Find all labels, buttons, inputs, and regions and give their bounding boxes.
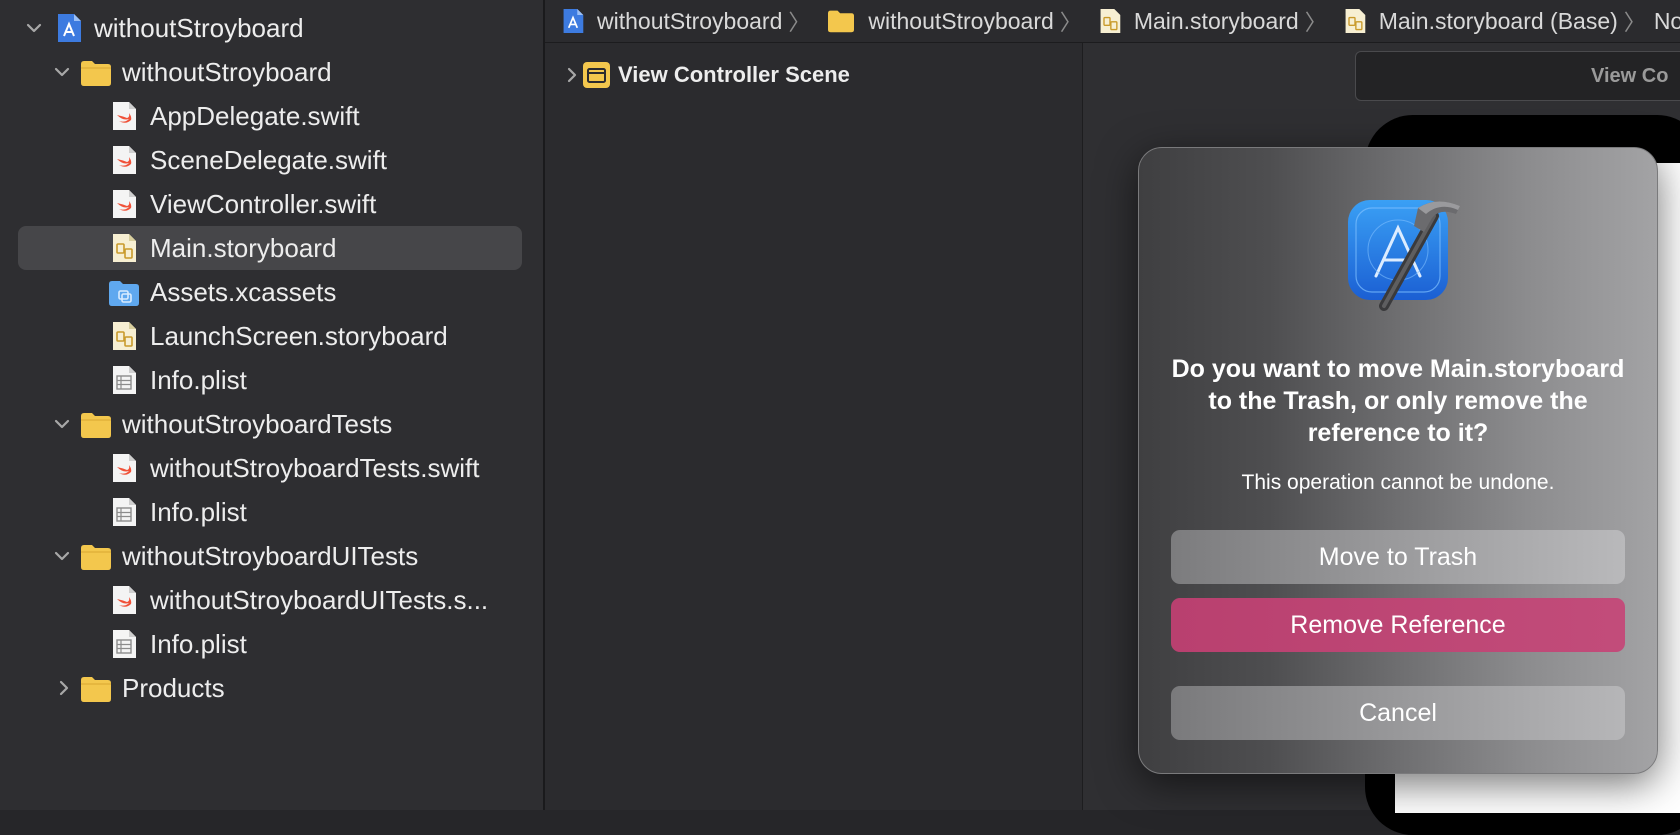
navigator-item-label: Info.plist [150, 496, 247, 527]
navigator-item-label: withoutStroyboard [122, 56, 332, 87]
folder-icon [81, 61, 111, 86]
navigator-item-file[interactable]: withoutStroyboardTests.swift [0, 446, 543, 490]
navigator-item-label: withoutStroyboardTests [122, 408, 393, 439]
scene-title-label: View Co [1591, 64, 1669, 87]
project-navigator: withoutStroyboard withoutStroyboard AppD… [0, 0, 545, 810]
plist-file-icon [113, 498, 136, 526]
navigator-item-label: withoutStroyboardUITests [122, 540, 419, 571]
folder-icon [81, 413, 111, 438]
project-file-icon [58, 14, 81, 42]
navigator-item-folder[interactable]: withoutStroyboard [0, 50, 543, 94]
storyboard-file-icon [1345, 9, 1366, 33]
dialog-message: This operation cannot be undone. [1241, 471, 1555, 494]
dialog-title: Do you want to move Main.storyboard to t… [1171, 355, 1625, 447]
navigator-item-folder[interactable]: withoutStroyboardTests [0, 402, 543, 446]
swift-file-icon [113, 190, 136, 218]
navigator-item-label: Main.storyboard [150, 232, 337, 263]
document-outline: View Controller Scene [545, 43, 1083, 810]
folder-icon [828, 10, 855, 33]
xcode-app-icon [1348, 200, 1460, 311]
navigator-item-label: Assets.xcassets [150, 276, 337, 307]
navigator-item-label: Info.plist [150, 628, 247, 659]
navigator-item-file[interactable]: ViewController.swift [0, 182, 543, 226]
outline-item-scene[interactable]: View Controller Scene [545, 53, 1082, 97]
navigator-item-label: AppDelegate.swift [150, 100, 360, 131]
navigator-item-project[interactable]: withoutStroyboard [0, 6, 543, 50]
storyboard-file-icon [113, 234, 136, 262]
chevron-right-icon: 〉 [1059, 10, 1082, 35]
chevron-down-icon[interactable] [23, 17, 45, 39]
scene-icon [583, 62, 610, 88]
navigator-item-file[interactable]: Info.plist [0, 490, 543, 534]
navigator-item-file[interactable]: Info.plist [0, 622, 543, 666]
chevron-down-icon[interactable] [51, 413, 73, 435]
breadcrumb-label: Main.storyboard (Base) [1378, 7, 1618, 34]
navigator-item-label: withoutStroyboard [94, 12, 304, 43]
storyboard-file-icon [113, 322, 136, 350]
delete-confirmation-dialog: Do you want to move Main.storyboard to t… [1138, 147, 1658, 774]
chevron-right-icon: 〉 [1623, 10, 1646, 35]
swift-file-icon [113, 586, 136, 614]
navigator-item-label: withoutStroyboardTests.swift [150, 452, 480, 483]
folder-icon [81, 545, 111, 570]
breadcrumb-item-folder[interactable]: withoutStroyboard 〉 [810, 5, 1082, 37]
project-file-icon [563, 9, 584, 33]
navigator-item-folder[interactable]: Products [0, 666, 543, 710]
chevron-right-icon: 〉 [788, 10, 811, 35]
breadcrumb-item-selection[interactable]: No Se [1646, 8, 1680, 35]
swift-file-icon [113, 146, 136, 174]
navigator-item-folder[interactable]: withoutStroyboardUITests [0, 534, 543, 578]
navigator-item-label: LaunchScreen.storyboard [150, 320, 448, 351]
jump-bar: withoutStroyboard 〉 withoutStroyboard 〉 … [545, 0, 1680, 43]
breadcrumb-item-file[interactable]: Main.storyboard 〉 [1082, 5, 1327, 37]
navigator-item-file[interactable]: withoutStroyboardUITests.s... [0, 578, 543, 622]
navigator-item-label: withoutStroyboardUITests.s... [150, 584, 489, 615]
scene-title-bar[interactable]: View Co [1355, 51, 1680, 101]
breadcrumb-label: No Se [1653, 7, 1680, 34]
assets-folder-icon [109, 281, 139, 306]
breadcrumb-label: withoutStroyboard [868, 7, 1054, 34]
plist-file-icon [113, 366, 136, 394]
folder-icon [81, 677, 111, 702]
breadcrumb-label: Main.storyboard [1133, 7, 1299, 34]
navigator-item-file[interactable]: AppDelegate.swift [0, 94, 543, 138]
navigator-item-label: ViewController.swift [150, 188, 377, 219]
navigator-item-file[interactable]: Info.plist [0, 358, 543, 402]
storyboard-file-icon [1100, 9, 1121, 33]
swift-file-icon [113, 454, 136, 482]
chevron-right-icon: 〉 [1304, 10, 1327, 35]
navigator-item-label: Products [122, 672, 225, 703]
chevron-down-icon[interactable] [51, 61, 73, 83]
chevron-right-icon[interactable] [561, 64, 583, 86]
outline-item-label: View Controller Scene [618, 62, 850, 87]
breadcrumb-label: withoutStroyboard [597, 7, 783, 34]
breadcrumb-item-localization[interactable]: Main.storyboard (Base) 〉 [1327, 5, 1646, 37]
navigator-item-file-selected[interactable]: Main.storyboard [0, 226, 543, 270]
navigator-item-label: Info.plist [150, 364, 247, 395]
navigator-item-file[interactable]: Assets.xcassets [0, 270, 543, 314]
swift-file-icon [113, 102, 136, 130]
move-to-trash-button[interactable]: Move to Trash [1171, 530, 1625, 584]
cancel-button[interactable]: Cancel [1171, 686, 1625, 740]
navigator-item-file[interactable]: SceneDelegate.swift [0, 138, 543, 182]
remove-reference-button[interactable]: Remove Reference [1171, 598, 1625, 652]
navigator-item-file[interactable]: LaunchScreen.storyboard [0, 314, 543, 358]
chevron-right-icon[interactable] [53, 677, 75, 699]
chevron-down-icon[interactable] [51, 545, 73, 567]
navigator-item-label: SceneDelegate.swift [150, 144, 388, 175]
breadcrumb-item-project[interactable]: withoutStroyboard 〉 [545, 5, 810, 37]
plist-file-icon [113, 630, 136, 658]
